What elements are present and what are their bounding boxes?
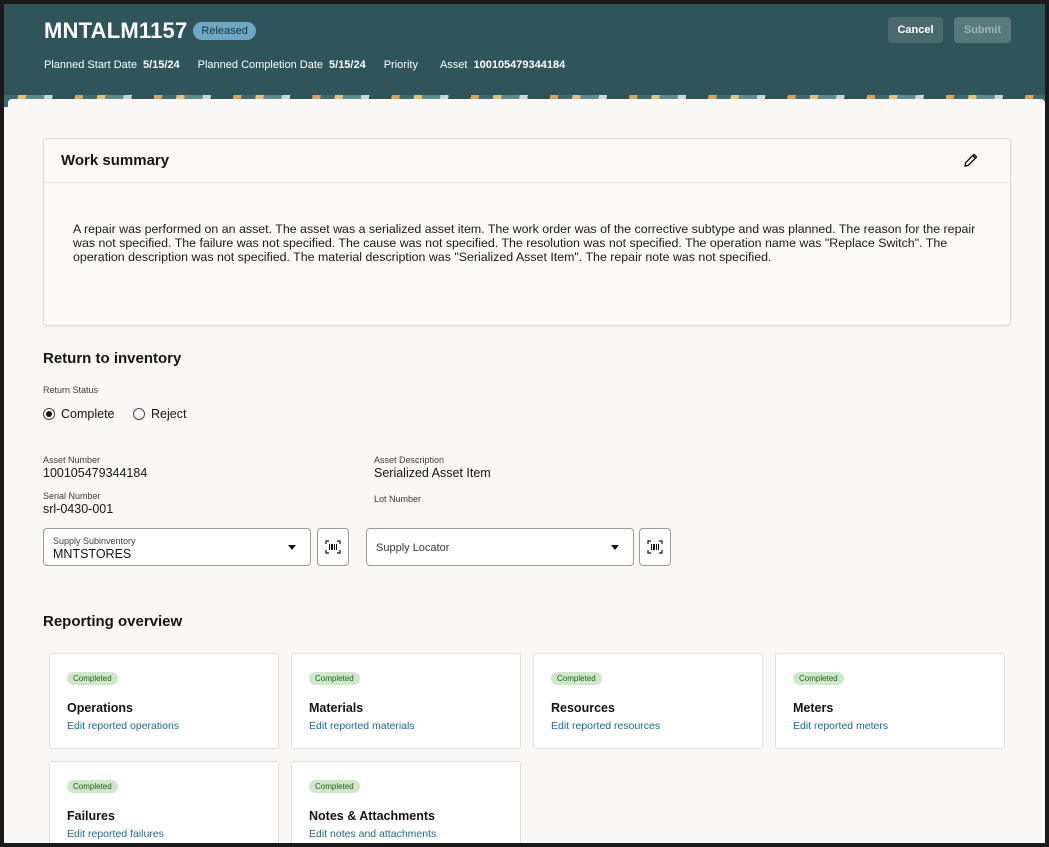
radio-label: Complete	[61, 407, 115, 421]
meta-label: Asset	[439, 59, 468, 71]
edit-link[interactable]: Edit reported materials	[309, 720, 415, 732]
summary-text: A repair was performed on an asset. The …	[73, 222, 976, 264]
submit-button[interactable]: Submit	[954, 17, 1011, 43]
edit-link[interactable]: Edit notes and attachments	[309, 828, 436, 840]
radio-unselected-icon	[133, 408, 145, 420]
return-status-label: Return Status	[43, 385, 99, 395]
app-window: MNTALM1157 Released Planned Start Date 5…	[4, 4, 1045, 843]
tile-title: Notes & Attachments	[309, 809, 435, 823]
status-chip: Completed	[67, 780, 118, 793]
card-title: Work summary	[61, 152, 170, 169]
select-value: MNTSTORES	[53, 547, 132, 561]
page-title: MNTALM1157	[44, 18, 188, 43]
barcode-scan-button[interactable]	[639, 528, 671, 566]
select-label: Supply Subinventory	[53, 536, 136, 546]
meta-value: 5/15/24	[329, 59, 366, 71]
asset-description-value: Serialized Asset Item	[374, 466, 491, 480]
lot-number-label: Lot Number	[374, 494, 422, 504]
serial-number-label: Serial Number	[43, 491, 101, 501]
asset-number-label: Asset Number	[43, 455, 101, 465]
edit-link[interactable]: Edit reported resources	[551, 720, 660, 732]
tile-title: Materials	[309, 701, 364, 715]
status-badge: Released	[193, 22, 256, 40]
title-row: MNTALM1157 Released	[44, 18, 256, 44]
work-summary-card: Work summary A repair was performed on a…	[43, 138, 1011, 326]
tile-meters[interactable]: Completed Meters Edit reported meters	[775, 653, 1005, 749]
tile-operations[interactable]: Completed Operations Edit reported opera…	[49, 653, 279, 749]
radio-complete[interactable]: Complete	[43, 407, 115, 421]
status-chip: Completed	[67, 672, 118, 685]
tile-title: Resources	[551, 701, 615, 715]
radio-label: Reject	[151, 407, 187, 421]
barcode-icon	[325, 540, 341, 554]
edit-link[interactable]: Edit reported failures	[67, 828, 164, 840]
meta-value: 5/15/24	[142, 59, 180, 71]
meta-label: Planned Start Date	[44, 59, 137, 71]
tile-notes-attachments[interactable]: Completed Notes & Attachments Edit notes…	[291, 761, 521, 843]
tile-failures[interactable]: Completed Failures Edit reported failure…	[49, 761, 279, 843]
cancel-button[interactable]: Cancel	[888, 17, 943, 43]
edit-link[interactable]: Edit reported meters	[793, 720, 888, 732]
barcode-icon	[647, 540, 663, 554]
tile-materials[interactable]: Completed Materials Edit reported materi…	[291, 653, 521, 749]
status-chip: Completed	[793, 672, 844, 685]
supply-locator-select[interactable]: Supply Locator	[366, 528, 634, 566]
asset-number-value: 100105479344184	[43, 466, 148, 480]
tile-resources[interactable]: Completed Resources Edit reported resour…	[533, 653, 763, 749]
header-meta: Planned Start Date 5/15/24 Planned Compl…	[44, 59, 583, 71]
pencil-icon[interactable]	[962, 151, 980, 169]
meta-label: Priority	[383, 59, 418, 71]
tile-title: Failures	[67, 809, 115, 823]
edit-link[interactable]: Edit reported operations	[67, 720, 179, 732]
barcode-scan-button[interactable]	[317, 528, 349, 566]
serial-number-value: srl-0430-001	[43, 502, 114, 516]
chevron-down-icon	[288, 545, 296, 550]
main-content: Work summary A repair was performed on a…	[8, 99, 1045, 843]
status-chip: Completed	[309, 780, 360, 793]
tile-title: Operations	[67, 701, 133, 715]
select-placeholder: Supply Locator	[376, 542, 450, 554]
page-header: MNTALM1157 Released Planned Start Date 5…	[4, 4, 1045, 104]
tile-title: Meters	[793, 701, 834, 715]
section-title-return: Return to inventory	[43, 350, 182, 367]
meta-label: Planned Completion Date	[197, 59, 324, 71]
radio-reject[interactable]: Reject	[133, 407, 186, 421]
asset-description-label: Asset Description	[374, 455, 445, 465]
chevron-down-icon	[611, 545, 619, 550]
card-header: Work summary	[44, 139, 1010, 183]
section-title-reporting: Reporting overview	[43, 613, 183, 630]
supply-subinventory-select[interactable]: Supply Subinventory MNTSTORES	[43, 528, 311, 566]
status-chip: Completed	[309, 672, 360, 685]
status-chip: Completed	[551, 672, 602, 685]
meta-value: 100105479344184	[473, 59, 566, 71]
radio-selected-icon	[43, 408, 55, 420]
